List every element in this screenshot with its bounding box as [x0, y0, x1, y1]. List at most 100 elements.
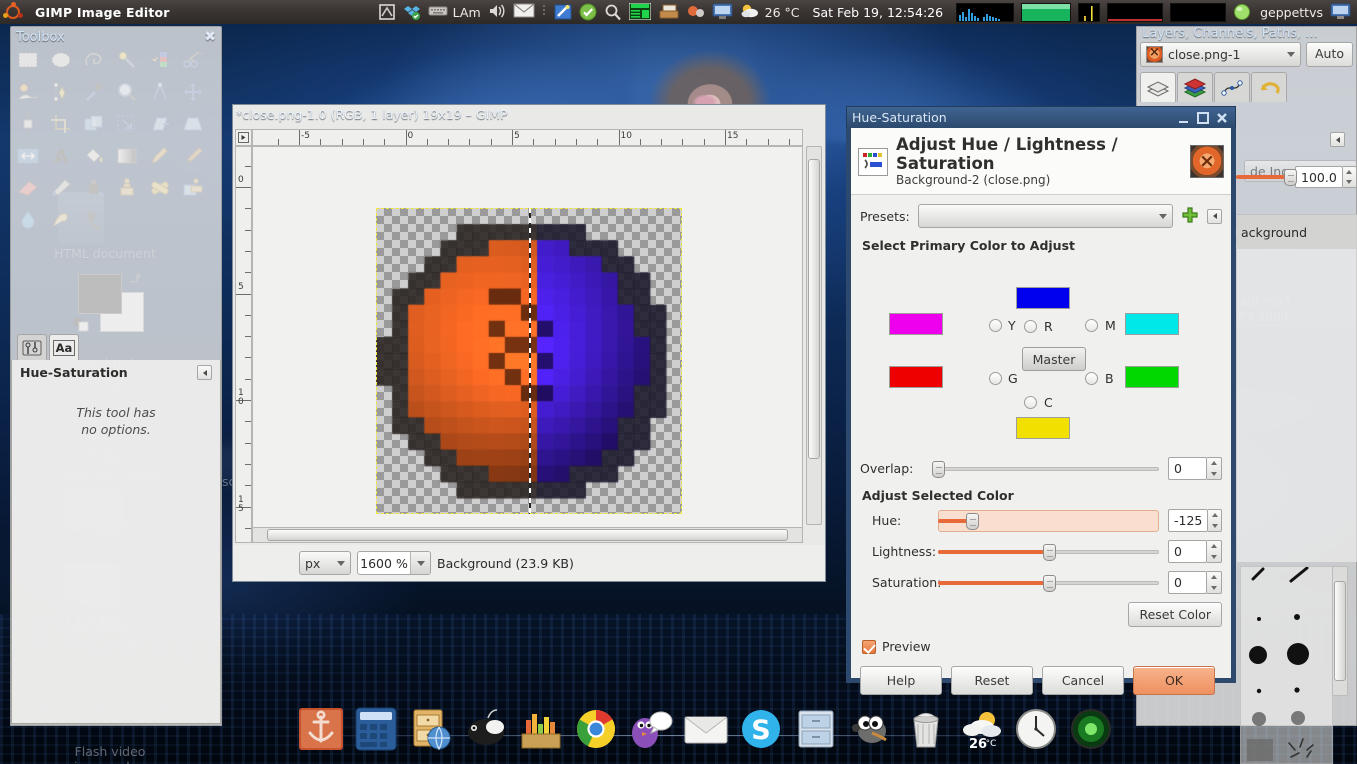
close-icon[interactable] [1214, 111, 1230, 125]
brush-grid-scrollbar[interactable] [1332, 566, 1348, 696]
terminal-icon[interactable] [628, 2, 652, 21]
color-g-radio[interactable] [989, 372, 1002, 385]
hue-spin[interactable]: -125 [1168, 509, 1222, 532]
color-c-radio[interactable] [1024, 396, 1037, 409]
layer-list[interactable]: ackground [1237, 214, 1357, 562]
saturation-spin[interactable]: 0 [1168, 571, 1222, 594]
help-button[interactable]: Help [860, 666, 942, 695]
opacity-spin[interactable]: 100.0 [1295, 166, 1357, 188]
color-g-swatch[interactable] [889, 366, 943, 388]
launcher-clock[interactable] [1013, 706, 1059, 752]
image-canvas[interactable] [376, 208, 682, 514]
launcher-radar[interactable] [1068, 706, 1114, 752]
launcher-pidgin[interactable] [628, 706, 674, 752]
unit-combo[interactable]: px [299, 551, 351, 575]
color-b-radio[interactable] [1085, 372, 1098, 385]
layer-list-item[interactable]: ackground [1237, 215, 1357, 249]
layers-dock-menu-icon[interactable] [1330, 132, 1345, 147]
image-window-titlebar[interactable]: *close.png-1.0 (RGB, 1 layer) 19x19 – GI… [232, 104, 826, 126]
display-session-icon[interactable] [1330, 3, 1351, 21]
launcher-file-browser[interactable] [408, 706, 454, 752]
memory-graph-icon[interactable] [1021, 2, 1072, 22]
ok-button[interactable]: OK [1133, 666, 1215, 695]
tab-tool-options[interactable] [17, 334, 47, 360]
dropbox-icon[interactable] [403, 3, 421, 21]
preview-row[interactable]: Preview [862, 639, 1222, 654]
saturation-slider[interactable] [938, 574, 1159, 592]
screenshot-tool-icon[interactable] [554, 3, 572, 21]
launcher-weather[interactable]: 26 °C [958, 706, 1004, 752]
presets-combo[interactable] [917, 204, 1173, 228]
cpu-graph-icon[interactable] [956, 2, 1015, 22]
toolbox-close-icon[interactable]: ✖ [198, 27, 222, 47]
zoom-combo[interactable]: 1600 % [357, 551, 431, 575]
preview-checkbox[interactable] [862, 639, 876, 654]
opacity-value[interactable]: 100.0 [1295, 166, 1343, 188]
master-button[interactable]: Master [1022, 347, 1086, 371]
canvas-horizontal-scrollbar[interactable] [252, 527, 803, 543]
zoom-dropdown-button[interactable] [410, 552, 430, 574]
launcher-media-player[interactable] [463, 706, 509, 752]
plus-icon[interactable] [1181, 206, 1199, 227]
color-m-swatch[interactable] [1125, 313, 1179, 335]
image-selector-combo[interactable]: close.png-1 [1140, 42, 1301, 67]
launcher-calculator[interactable] [353, 706, 399, 752]
overlap-slider[interactable] [932, 460, 1159, 478]
brush-grid[interactable] [1240, 566, 1333, 764]
display-icon[interactable] [712, 3, 733, 21]
minimize-icon[interactable] [1176, 111, 1192, 125]
hue-slider[interactable] [938, 509, 1159, 532]
canvas-vertical-scrollbar[interactable] [806, 146, 822, 525]
reset-button[interactable]: Reset [951, 666, 1033, 695]
temperature-label[interactable]: 26 °C [765, 5, 800, 20]
ubuntu-logo-icon[interactable] [3, 2, 23, 22]
volume-icon[interactable] [488, 3, 506, 21]
tab-channels[interactable] [1177, 72, 1213, 102]
color-r-radio[interactable] [1024, 320, 1037, 333]
dock-menu-icon[interactable] [197, 365, 212, 380]
canvas-area[interactable] [252, 146, 803, 543]
bluetooth-icon[interactable] [687, 3, 705, 21]
tab-layers[interactable] [1140, 72, 1176, 102]
launcher-mail[interactable] [683, 706, 729, 752]
scanner-icon[interactable] [658, 3, 680, 21]
horizontal-ruler[interactable]: -50510152025 [252, 129, 803, 146]
overlap-value[interactable]: 0 [1168, 457, 1207, 480]
disk-graph-icon[interactable] [1107, 2, 1164, 22]
keyboard-layout-label[interactable]: LAm [453, 5, 481, 20]
lightness-value[interactable]: 0 [1168, 540, 1207, 563]
tab-undo-history[interactable] [1251, 72, 1287, 102]
screen-capture-icon[interactable] [378, 3, 396, 21]
tab-paths[interactable] [1214, 72, 1250, 102]
mail-icon[interactable] [513, 3, 535, 21]
session-indicator-icon[interactable] [1233, 3, 1253, 21]
color-c-swatch[interactable] [1016, 417, 1070, 439]
auto-button[interactable]: Auto [1305, 42, 1353, 67]
swap-graph-icon[interactable] [1170, 2, 1227, 22]
username-label[interactable]: geppettvs [1260, 5, 1323, 20]
hue-value[interactable]: -125 [1168, 509, 1209, 532]
launcher-skype[interactable]: S [738, 706, 784, 752]
ruler-origin-icon[interactable] [235, 129, 252, 146]
saturation-value[interactable]: 0 [1168, 571, 1207, 594]
tab-text-options[interactable]: Aa [49, 334, 79, 360]
color-y-radio[interactable] [989, 319, 1002, 332]
launcher-chrome[interactable] [573, 706, 619, 752]
launcher-trash[interactable] [903, 706, 949, 752]
window-menu-app-title[interactable]: GIMP Image Editor [35, 5, 170, 20]
color-b-swatch[interactable] [1125, 366, 1179, 388]
reset-color-button[interactable]: Reset Color [1128, 602, 1222, 627]
overlap-spin[interactable]: 0 [1168, 457, 1222, 480]
keyboard-indicator-icon[interactable] [428, 3, 448, 21]
net-graph-icon[interactable] [1078, 2, 1101, 22]
lightness-slider[interactable] [938, 543, 1159, 561]
color-m-radio[interactable] [1085, 319, 1098, 332]
update-ok-icon[interactable] [579, 3, 597, 21]
launcher-filezilla[interactable] [298, 706, 344, 752]
color-r-swatch[interactable] [1016, 287, 1070, 309]
color-y-swatch[interactable] [889, 313, 943, 335]
lightness-spin[interactable]: 0 [1168, 540, 1222, 563]
clock-label[interactable]: Sat Feb 19, 12:54:26 [813, 5, 944, 20]
maximize-icon[interactable] [1195, 111, 1211, 125]
vertical-ruler[interactable]: 05101520 [235, 146, 252, 543]
